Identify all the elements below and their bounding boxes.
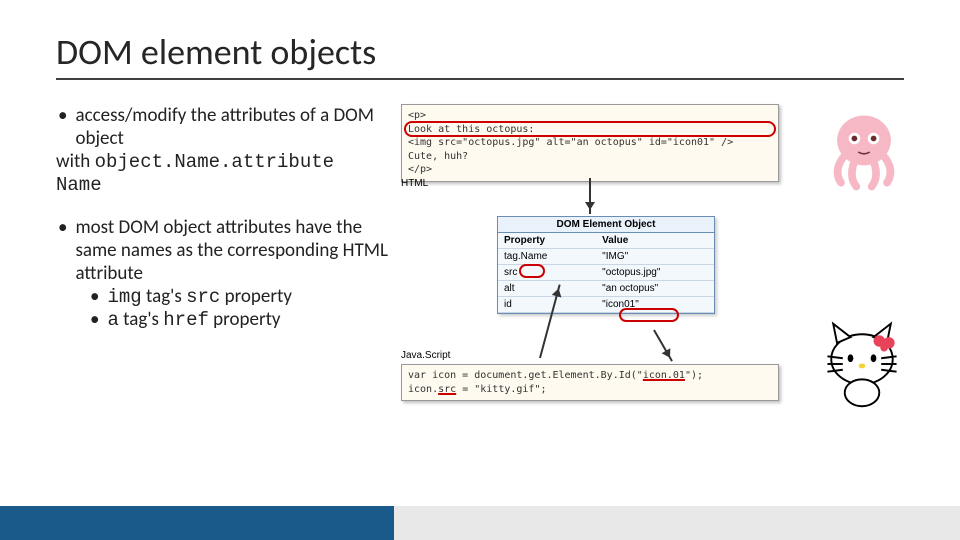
table-cell: id (498, 297, 596, 313)
bullet-dot-icon: • (90, 285, 99, 308)
table-cell: src (498, 265, 596, 281)
bullet-dot-icon: • (58, 104, 67, 150)
table-cell: "an octopus" (596, 281, 714, 297)
table-header: Value (596, 233, 714, 249)
bullet-2: • most DOM object attributes have the sa… (56, 216, 391, 331)
table-cell: tag.Name (498, 249, 596, 265)
js-code-box: var icon = document.get.Element.By.Id("i… (401, 364, 779, 401)
js-line: icon.src = "kitty.gif"; (408, 383, 772, 397)
bullet-1: • access/modify the attributes of a DOM … (56, 104, 391, 196)
dom-table-title: DOM Element Object (498, 217, 714, 233)
bullet-1-sub: with object.Name.attribute Name (56, 150, 391, 196)
table-cell: "octopus.jpg" (596, 265, 714, 281)
arrow-down-icon (589, 178, 591, 214)
footer-bar (0, 506, 960, 540)
table-cell: "IMG" (596, 249, 714, 265)
octopus-image-icon (814, 102, 914, 198)
kitty-image-icon (812, 316, 912, 412)
html-line: Cute, huh? (408, 150, 772, 164)
table-cell: alt (498, 281, 596, 297)
left-column: • access/modify the attributes of a DOM … (56, 104, 391, 464)
bullet-dot-icon: • (58, 216, 67, 285)
red-highlight-icon (404, 121, 776, 137)
bullet-1-text: access/modify the attributes of a DOM ob… (75, 104, 391, 150)
javascript-label: Java.Script (401, 350, 450, 361)
diagram-area: <p> Look at this octopus: <img src="octo… (401, 104, 904, 464)
red-highlight-icon (619, 308, 679, 322)
red-highlight-icon (519, 264, 545, 278)
slide-title: DOM element objects (56, 30, 904, 80)
arrow-down-icon (653, 330, 673, 362)
html-code-box: <p> Look at this octopus: <img src="octo… (401, 104, 779, 182)
html-line: <img src="octopus.jpg" alt="an octopus" … (408, 136, 772, 150)
sub-bullet-2: • a tag's href property (88, 308, 391, 331)
content-area: • access/modify the attributes of a DOM … (56, 104, 904, 464)
html-line: </p> (408, 163, 772, 177)
html-label: HTML (401, 178, 428, 189)
sub-bullet-1: • img tag's src property (88, 285, 391, 308)
bullet-dot-icon: • (90, 308, 99, 331)
bullet-2-text: most DOM object attributes have the same… (75, 216, 391, 285)
table-header: Property (498, 233, 596, 249)
js-line: var icon = document.get.Element.By.Id("i… (408, 369, 772, 383)
